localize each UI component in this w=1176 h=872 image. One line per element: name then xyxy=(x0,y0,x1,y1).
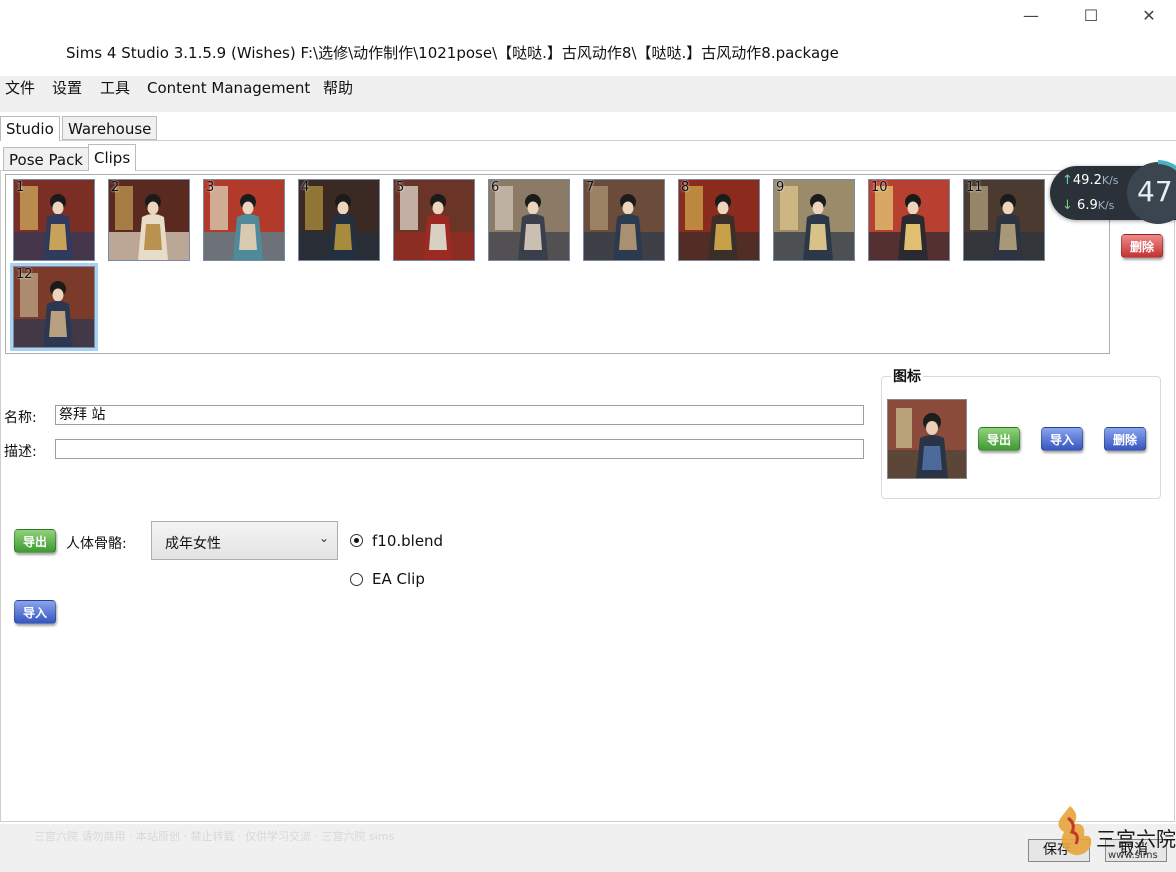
name-label: 名称: xyxy=(4,410,37,426)
description-label: 描述: xyxy=(4,444,37,460)
radio-f10-blend-label: f10.blend xyxy=(372,532,444,550)
upload-arrow-icon: ↑ xyxy=(1062,173,1073,188)
clip-number: 7 xyxy=(586,180,595,195)
menu-content-management[interactable]: Content Management xyxy=(147,78,310,98)
tab-studio[interactable]: Studio xyxy=(0,116,60,141)
download-arrow-icon: ↓ xyxy=(1062,198,1073,213)
skeleton-label: 人体骨骼: xyxy=(66,536,127,552)
radio-ea-clip[interactable] xyxy=(350,573,363,586)
window-title: Sims 4 Studio 3.1.5.9 (Wishes) F:\选修\动作制… xyxy=(66,44,839,62)
chevron-down-icon: ⌄ xyxy=(318,531,329,545)
clip-number: 5 xyxy=(396,180,405,195)
clip-preview-image xyxy=(109,180,189,260)
close-button[interactable]: ✕ xyxy=(1120,0,1176,30)
menu-tools[interactable]: 工具 xyxy=(100,78,130,98)
clip-preview-image xyxy=(299,180,379,260)
delete-clip-button[interactable]: 删除 xyxy=(1121,234,1163,258)
minimize-button[interactable]: — xyxy=(1002,0,1060,30)
clip-thumbnail[interactable]: 1 xyxy=(13,179,95,261)
clip-number: 12 xyxy=(16,267,33,282)
clip-thumbnail[interactable]: 6 xyxy=(488,179,570,261)
clip-preview-image xyxy=(14,180,94,260)
tab-divider xyxy=(0,140,1176,141)
clip-thumbnail[interactable]: 11 xyxy=(963,179,1045,261)
skeleton-select-value: 成年女性 xyxy=(165,536,221,552)
skeleton-select[interactable]: 成年女性 ⌄ xyxy=(151,521,338,560)
download-speed: ↓ 6.9K/s xyxy=(1062,198,1115,213)
icon-import-button[interactable]: 导入 xyxy=(1041,427,1083,451)
menu-settings[interactable]: 设置 xyxy=(52,78,82,98)
clip-number: 6 xyxy=(491,180,500,195)
clip-thumbnail[interactable]: 7 xyxy=(583,179,665,261)
clip-number: 11 xyxy=(966,180,983,195)
icon-group-title: 图标 xyxy=(891,366,923,386)
clip-thumbnail[interactable]: 9 xyxy=(773,179,855,261)
description-input[interactable] xyxy=(55,439,864,459)
status-text: 三宫六院 请勿商用 · 本站原创 · 禁止转载 · 仅供学习交流 · 三宫六院 … xyxy=(34,830,395,843)
cpu-usage-value: 47 xyxy=(1137,175,1173,208)
clip-thumbnail[interactable]: 8 xyxy=(678,179,760,261)
clip-preview-image xyxy=(679,180,759,260)
upload-speed: ↑49.2K/s xyxy=(1062,173,1119,188)
tab-pose-pack[interactable]: Pose Pack xyxy=(3,147,89,171)
watermark-url: www.sims xyxy=(1108,850,1158,861)
clip-preview-image xyxy=(774,180,854,260)
watermark-logo: 三宫六院 www.sims xyxy=(1058,806,1176,861)
clip-export-button[interactable]: 导出 xyxy=(14,529,56,553)
clip-number: 2 xyxy=(111,180,120,195)
icon-export-button[interactable]: 导出 xyxy=(978,427,1020,451)
tab-warehouse[interactable]: Warehouse xyxy=(62,116,158,140)
clip-thumbnail[interactable]: 12 xyxy=(10,263,98,351)
maximize-button[interactable]: ☐ xyxy=(1062,0,1120,30)
clip-icon-preview xyxy=(887,399,967,479)
clip-preview-image xyxy=(394,180,474,260)
tab-clips[interactable]: Clips xyxy=(88,144,137,171)
clip-thumbnail[interactable]: 4 xyxy=(298,179,380,261)
clip-number: 4 xyxy=(301,180,310,195)
menu-help[interactable]: 帮助 xyxy=(323,78,353,98)
icon-delete-button[interactable]: 删除 xyxy=(1104,427,1146,451)
clip-number: 8 xyxy=(681,180,690,195)
watermark-text: 三宫六院 xyxy=(1096,827,1176,851)
clip-number: 3 xyxy=(206,180,215,195)
clip-number: 10 xyxy=(871,180,888,195)
clip-thumbnail[interactable]: 5 xyxy=(393,179,475,261)
clip-thumbnail[interactable]: 10 xyxy=(868,179,950,261)
menu-file[interactable]: 文件 xyxy=(5,78,35,98)
clip-thumbnail[interactable]: 3 xyxy=(203,179,285,261)
radio-f10-blend[interactable] xyxy=(350,534,363,547)
clip-number: 9 xyxy=(776,180,785,195)
clip-preview-image xyxy=(584,180,664,260)
name-input[interactable]: 祭拜 站 xyxy=(55,405,864,425)
radio-ea-clip-label: EA Clip xyxy=(372,570,425,588)
clip-number: 1 xyxy=(16,180,25,195)
clip-import-button[interactable]: 导入 xyxy=(14,600,56,624)
clip-thumbnail[interactable]: 2 xyxy=(108,179,190,261)
clip-preview-image xyxy=(489,180,569,260)
title-bar xyxy=(0,0,1176,76)
clip-preview-image xyxy=(204,180,284,260)
